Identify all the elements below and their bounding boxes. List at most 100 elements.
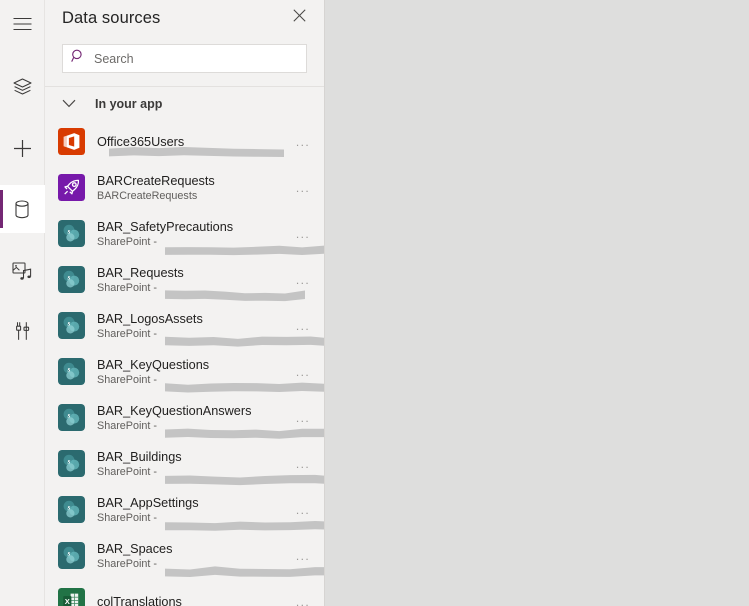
excel-icon: X — [58, 588, 85, 606]
row-overflow-menu-button[interactable]: ... — [292, 550, 314, 562]
svg-text:s: s — [67, 457, 71, 466]
app-root: Data sources Search In your app Office36… — [0, 0, 749, 606]
svg-text:s: s — [67, 273, 71, 282]
rocket-icon — [58, 174, 85, 202]
data-source-text: BAR_LogosAssets SharePoint - — [97, 311, 324, 347]
data-source-subtitle: BARCreateRequests — [97, 189, 198, 202]
data-source-row[interactable]: Office365Users... — [45, 119, 324, 165]
data-source-row[interactable]: s BAR_AppSettings SharePoint - ... — [45, 487, 324, 533]
data-source-title: BAR_Buildings — [97, 449, 182, 464]
data-source-title: colTranslations — [97, 594, 182, 606]
panel-header: Data sources — [45, 0, 324, 37]
tools-icon — [14, 321, 31, 341]
data-source-title: BAR_KeyQuestionAnswers — [97, 403, 252, 418]
close-panel-button[interactable] — [284, 3, 314, 33]
data-source-text: BAR_SafetyPrecautions SharePoint - — [97, 219, 324, 256]
row-overflow-menu-button[interactable]: ... — [292, 458, 314, 470]
data-source-title: BAR_SafetyPrecautions — [97, 219, 234, 234]
data-source-subtitle: SharePoint - — [97, 373, 158, 386]
data-source-text: BAR_AppSettings SharePoint - — [97, 495, 324, 531]
row-overflow-menu-button[interactable]: ... — [292, 412, 314, 424]
data-source-row[interactable]: s BAR_LogosAssets SharePoint - ... — [45, 303, 324, 349]
data-source-subtitle: SharePoint - — [97, 465, 158, 478]
hamburger-menu-icon — [13, 17, 32, 31]
data-sources-panel: Data sources Search In your app Office36… — [45, 0, 325, 606]
data-source-row[interactable]: s BAR_KeyQuestions SharePoint - ... — [45, 349, 324, 395]
rail-item-menu[interactable] — [0, 0, 45, 48]
data-source-row[interactable]: s BAR_SafetyPrecautions SharePoint - ... — [45, 211, 324, 257]
group-label: In your app — [95, 96, 163, 111]
data-source-title: BAR_Requests — [97, 265, 184, 280]
data-source-subtitle: SharePoint - — [97, 511, 158, 524]
rail-item-media[interactable] — [0, 246, 45, 294]
svg-text:s: s — [67, 411, 71, 420]
data-source-text: BAR_KeyQuestions SharePoint - — [97, 357, 324, 393]
data-source-subtitle: SharePoint - — [97, 281, 158, 294]
sharepoint-icon: s — [58, 266, 85, 294]
row-overflow-menu-button[interactable]: ... — [292, 596, 314, 606]
row-overflow-menu-button[interactable]: ... — [292, 320, 314, 332]
svg-text:X: X — [65, 598, 70, 606]
data-source-text: BAR_Spaces SharePoint - — [97, 541, 324, 577]
data-source-subtitle: SharePoint - — [97, 557, 158, 570]
page-title: Data sources — [62, 9, 161, 27]
data-source-row[interactable]: BARCreateRequests BARCreateRequests... — [45, 165, 324, 211]
sharepoint-icon: s — [58, 404, 85, 432]
data-source-text: Office365Users — [97, 134, 292, 157]
svg-text:s: s — [67, 319, 71, 328]
svg-text:s: s — [67, 549, 71, 558]
svg-text:s: s — [67, 365, 71, 374]
sharepoint-icon: s — [58, 450, 85, 478]
search-input[interactable] — [94, 51, 298, 66]
data-source-title: BAR_KeyQuestions — [97, 357, 210, 372]
sharepoint-icon: s — [58, 312, 85, 340]
data-source-title: BAR_LogosAssets — [97, 311, 203, 326]
row-overflow-menu-button[interactable]: ... — [292, 504, 314, 516]
row-overflow-menu-button[interactable]: ... — [292, 182, 314, 194]
rail-item-data[interactable] — [0, 185, 45, 233]
data-source-text: BAR_KeyQuestionAnswers SharePoint - — [97, 403, 324, 439]
row-overflow-menu-button[interactable]: ... — [292, 274, 314, 286]
office365-icon — [58, 128, 85, 156]
row-overflow-menu-button[interactable]: ... — [292, 228, 314, 240]
data-source-title: BAR_Spaces — [97, 541, 173, 556]
search-box[interactable] — [62, 44, 307, 73]
data-source-title: BAR_AppSettings — [97, 495, 199, 510]
chevron-down-icon — [62, 99, 84, 108]
data-source-subtitle: SharePoint - — [97, 235, 158, 248]
row-overflow-menu-button[interactable]: ... — [292, 366, 314, 378]
data-source-row[interactable]: s BAR_Buildings SharePoint - ... — [45, 441, 324, 487]
sharepoint-icon: s — [58, 496, 85, 524]
layers-icon — [12, 78, 32, 96]
search-icon — [71, 49, 85, 68]
data-source-subtitle: SharePoint - — [97, 419, 158, 432]
app-canvas[interactable] — [325, 0, 749, 606]
group-header-in-your-app[interactable]: In your app — [45, 89, 324, 119]
rail-item-tree-view[interactable] — [0, 63, 45, 111]
search-container — [45, 37, 324, 86]
sharepoint-icon: s — [58, 542, 85, 570]
data-sources-list[interactable]: In your app Office365Users... BARCreateRe… — [45, 87, 324, 606]
data-source-row[interactable]: XcolTranslations... — [45, 579, 324, 606]
data-source-subtitle: SharePoint - — [97, 327, 158, 340]
data-source-row[interactable]: s BAR_Requests SharePoint - ... — [45, 257, 324, 303]
sharepoint-icon: s — [58, 220, 85, 248]
data-source-text: BAR_Buildings SharePoint - — [97, 449, 324, 486]
plus-icon — [13, 139, 32, 158]
svg-text:s: s — [67, 503, 71, 512]
row-overflow-menu-button[interactable]: ... — [292, 136, 314, 148]
data-source-text: BAR_Requests SharePoint - — [97, 265, 305, 302]
data-source-text: BARCreateRequests BARCreateRequests — [97, 173, 292, 203]
svg-text:s: s — [67, 227, 71, 236]
database-icon — [14, 199, 30, 219]
data-source-title: Office365Users — [97, 134, 185, 149]
media-icon — [11, 261, 33, 280]
data-source-row[interactable]: s BAR_KeyQuestionAnswers SharePoint - ... — [45, 395, 324, 441]
data-source-row[interactable]: s BAR_Spaces SharePoint - ... — [45, 533, 324, 579]
data-source-title: BARCreateRequests — [97, 173, 215, 188]
rail-item-advanced[interactable] — [0, 307, 45, 355]
rail-item-insert[interactable] — [0, 124, 45, 172]
left-rail — [0, 0, 45, 606]
data-source-text: colTranslations — [97, 594, 292, 606]
sharepoint-icon: s — [58, 358, 85, 386]
